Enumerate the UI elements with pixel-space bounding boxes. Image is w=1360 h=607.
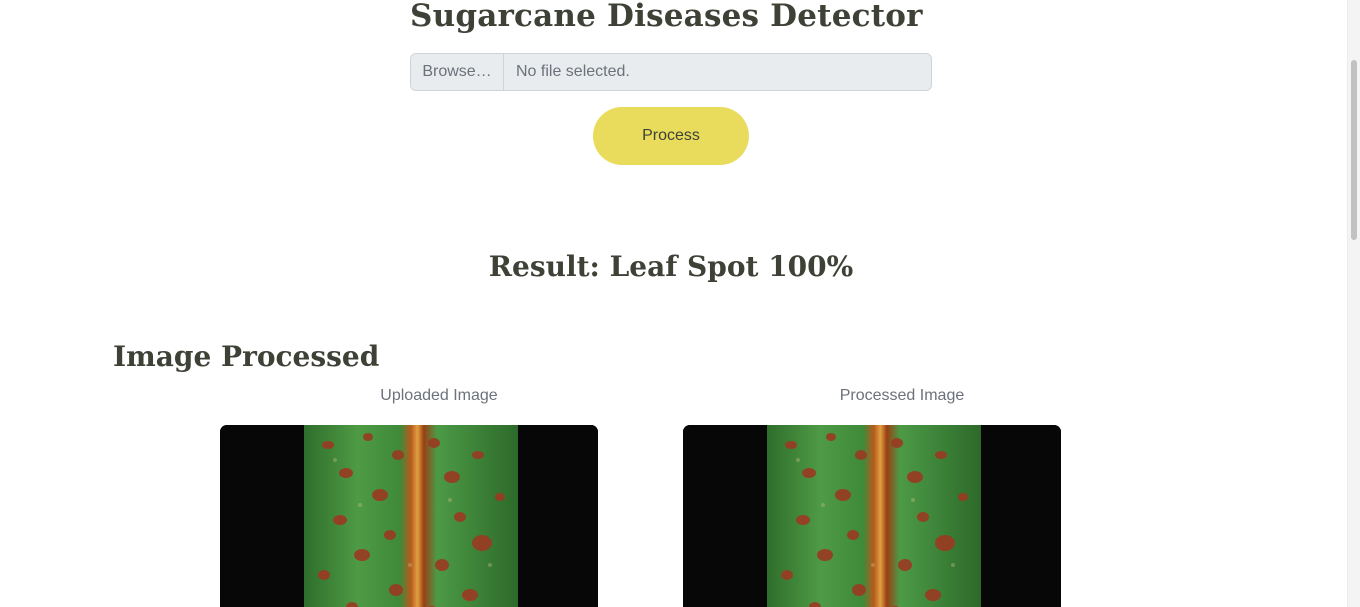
processed-image-caption: Processed Image	[839, 387, 965, 404]
uploaded-image-caption: Uploaded Image	[380, 387, 498, 404]
browse-button[interactable]: Browse…	[411, 54, 504, 90]
processed-image	[683, 425, 1061, 607]
result-heading: Result: Leaf Spot 100%	[488, 250, 854, 283]
file-upload-input[interactable]: Browse… No file selected.	[410, 53, 932, 91]
page-title: Sugarcane Diseases Detector	[410, 0, 923, 34]
leaf-spot-photo-icon	[220, 425, 598, 607]
process-button[interactable]: Process	[593, 107, 749, 165]
file-name-status: No file selected.	[516, 63, 630, 80]
uploaded-image	[220, 425, 598, 607]
vertical-scrollbar[interactable]	[1347, 0, 1360, 607]
image-processed-heading: Image Processed	[113, 340, 380, 373]
scrollbar-thumb[interactable]	[1351, 60, 1357, 240]
page: Sugarcane Diseases Detector Browse… No f…	[0, 0, 1348, 607]
leaf-spot-photo-icon	[683, 425, 1061, 607]
